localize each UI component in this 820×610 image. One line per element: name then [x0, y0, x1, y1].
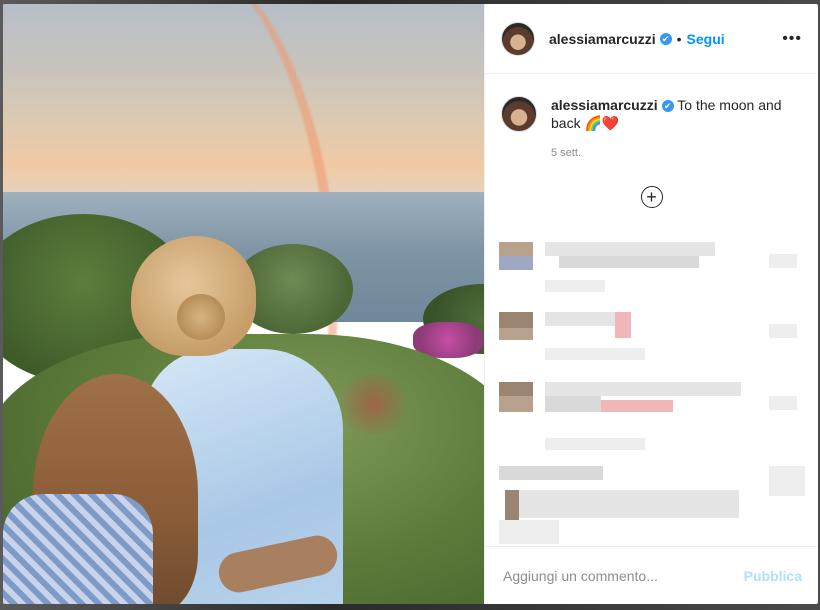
pixelated-avatar [499, 382, 533, 396]
post-side-panel: alessiamarcuzzi ✔ • Segui ••• alessiamar… [484, 4, 818, 604]
avatar[interactable] [501, 21, 535, 56]
pixelated-comment [545, 438, 645, 450]
pixelated-comment [545, 312, 615, 326]
pixelated-comment [545, 280, 605, 292]
photo-flowers [333, 374, 413, 434]
pixelated-like [769, 324, 797, 338]
caption-username[interactable]: alessiamarcuzzi [551, 97, 658, 113]
pixelated-comment [559, 256, 699, 268]
comment-footer: Pubblica [485, 546, 818, 604]
post-header: alessiamarcuzzi ✔ • Segui ••• [485, 4, 818, 74]
caption-body: alessiamarcuzzi ✔ To the moon and back 🌈❤… [551, 96, 802, 162]
more-options-icon[interactable]: ••• [782, 30, 802, 48]
publish-button[interactable]: Pubblica [744, 568, 802, 584]
follow-button[interactable]: Segui [687, 31, 725, 47]
photo-hair-bun [177, 294, 225, 340]
pixelated-like [769, 254, 797, 268]
pixelated-avatar [499, 312, 533, 328]
comments-list [485, 220, 818, 546]
pixelated-like [769, 466, 805, 496]
pixelated-comment [545, 396, 601, 412]
post-photo[interactable] [3, 4, 484, 604]
pixelated-comment [519, 490, 739, 518]
separator-dot: • [676, 30, 682, 47]
pixelated-comment [601, 400, 673, 412]
verified-badge-icon: ✔ [659, 32, 672, 45]
verified-badge-icon: ✔ [661, 100, 674, 113]
caption: alessiamarcuzzi ✔ To the moon and back 🌈❤… [485, 74, 818, 162]
pixelated-avatar [505, 490, 519, 520]
pixelated-comment [545, 242, 715, 256]
pixelated-like [769, 396, 797, 410]
add-comment-input[interactable] [501, 566, 744, 585]
pixelated-avatar [499, 242, 533, 256]
pixelated-comment [499, 520, 559, 544]
pixelated-comment [545, 348, 645, 360]
avatar[interactable] [501, 96, 537, 132]
load-more-comments-icon[interactable]: + [640, 186, 663, 208]
pixelated-comment [499, 466, 603, 480]
pixelated-comment [615, 312, 631, 338]
pixelated-avatar [499, 256, 533, 270]
pixelated-avatar [499, 396, 533, 412]
pixelated-avatar [499, 328, 533, 340]
username-link[interactable]: alessiamarcuzzi [549, 31, 656, 47]
caption-emojis: 🌈❤️ [584, 115, 620, 131]
post-modal: alessiamarcuzzi ✔ • Segui ••• alessiamar… [3, 4, 818, 604]
post-timestamp[interactable]: 5 sett. [551, 144, 802, 162]
pixelated-comment [545, 382, 741, 396]
photo-girl-dress [3, 494, 153, 604]
